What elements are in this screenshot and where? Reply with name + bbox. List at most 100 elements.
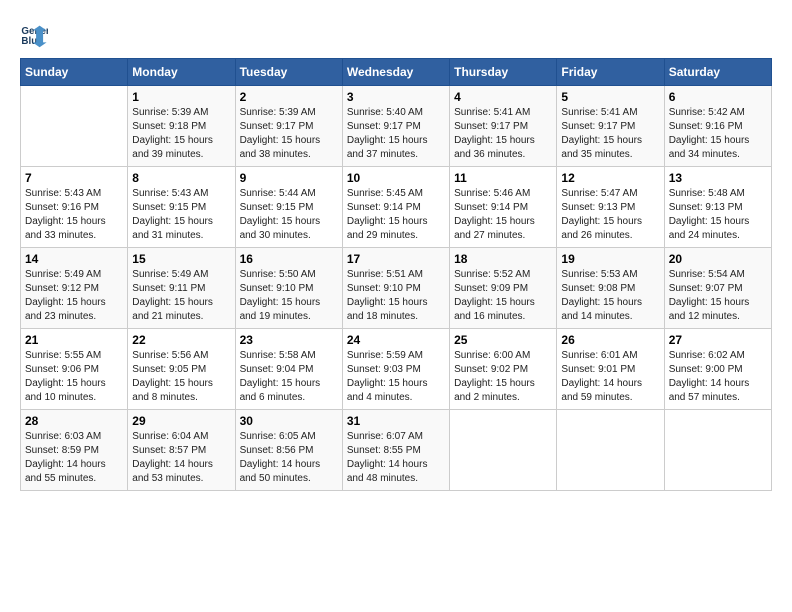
day-number: 20 bbox=[669, 252, 767, 266]
calendar-cell: 24 Sunrise: 5:59 AMSunset: 9:03 PMDayligh… bbox=[342, 329, 449, 410]
day-info: Sunrise: 6:04 AMSunset: 8:57 PMDaylight:… bbox=[132, 430, 230, 486]
calendar-cell: 21 Sunrise: 5:55 AMSunset: 9:06 PMDayligh… bbox=[21, 329, 128, 410]
calendar-cell: 11 Sunrise: 5:46 AMSunset: 9:14 PMDayligh… bbox=[450, 167, 557, 248]
weekday-header-cell: Friday bbox=[557, 59, 664, 86]
day-number: 14 bbox=[25, 252, 123, 266]
logo-icon: General Blue bbox=[20, 20, 48, 48]
day-info: Sunrise: 6:02 AMSunset: 9:00 PMDaylight:… bbox=[669, 349, 767, 405]
calendar-cell: 3 Sunrise: 5:40 AMSunset: 9:17 PMDaylight… bbox=[342, 86, 449, 167]
calendar-cell: 28 Sunrise: 6:03 AMSunset: 8:59 PMDayligh… bbox=[21, 410, 128, 491]
day-number: 18 bbox=[454, 252, 552, 266]
day-number: 6 bbox=[669, 90, 767, 104]
calendar-cell: 25Sunrise: 6:00 AMSunset: 9:02 PMDayligh… bbox=[450, 329, 557, 410]
day-number: 29 bbox=[132, 414, 230, 428]
calendar-cell: 22 Sunrise: 5:56 AMSunset: 9:05 PMDayligh… bbox=[128, 329, 235, 410]
page-header: General Blue bbox=[20, 20, 772, 48]
weekday-header-row: SundayMondayTuesdayWednesdayThursdayFrid… bbox=[21, 59, 772, 86]
day-info: Sunrise: 5:49 AMSunset: 9:12 PMDaylight:… bbox=[25, 268, 123, 324]
calendar-cell: 7 Sunrise: 5:43 AMSunset: 9:16 PMDaylight… bbox=[21, 167, 128, 248]
day-info: Sunrise: 5:53 AMSunset: 9:08 PMDaylight:… bbox=[561, 268, 659, 324]
day-info: Sunrise: 5:49 AMSunset: 9:11 PMDaylight:… bbox=[132, 268, 230, 324]
day-info: Sunrise: 5:41 AMSunset: 9:17 PMDaylight:… bbox=[561, 106, 659, 162]
day-number: 10 bbox=[347, 171, 445, 185]
calendar-cell: 30 Sunrise: 6:05 AMSunset: 8:56 PMDayligh… bbox=[235, 410, 342, 491]
day-info: Sunrise: 5:50 AMSunset: 9:10 PMDaylight:… bbox=[240, 268, 338, 324]
day-number: 28 bbox=[25, 414, 123, 428]
day-info: Sunrise: 6:00 AMSunset: 9:02 PMDaylight:… bbox=[454, 349, 552, 405]
logo: General Blue bbox=[20, 20, 52, 48]
day-number: 9 bbox=[240, 171, 338, 185]
day-info: Sunrise: 5:39 AMSunset: 9:17 PMDaylight:… bbox=[240, 106, 338, 162]
day-number: 21 bbox=[25, 333, 123, 347]
day-info: Sunrise: 5:39 AMSunset: 9:18 PMDaylight:… bbox=[132, 106, 230, 162]
day-info: Sunrise: 6:05 AMSunset: 8:56 PMDaylight:… bbox=[240, 430, 338, 486]
calendar-cell: 31Sunrise: 6:07 AMSunset: 8:55 PMDayligh… bbox=[342, 410, 449, 491]
day-info: Sunrise: 5:43 AMSunset: 9:16 PMDaylight:… bbox=[25, 187, 123, 243]
calendar-table: SundayMondayTuesdayWednesdayThursdayFrid… bbox=[20, 58, 772, 491]
calendar-cell: 15 Sunrise: 5:49 AMSunset: 9:11 PMDayligh… bbox=[128, 248, 235, 329]
calendar-cell: 1Sunrise: 5:39 AMSunset: 9:18 PMDaylight… bbox=[128, 86, 235, 167]
calendar-cell: 27Sunrise: 6:02 AMSunset: 9:00 PMDayligh… bbox=[664, 329, 771, 410]
day-info: Sunrise: 5:59 AMSunset: 9:03 PMDaylight:… bbox=[347, 349, 445, 405]
day-info: Sunrise: 5:45 AMSunset: 9:14 PMDaylight:… bbox=[347, 187, 445, 243]
calendar-cell: 5Sunrise: 5:41 AMSunset: 9:17 PMDaylight… bbox=[557, 86, 664, 167]
calendar-cell: 26Sunrise: 6:01 AMSunset: 9:01 PMDayligh… bbox=[557, 329, 664, 410]
day-info: Sunrise: 6:01 AMSunset: 9:01 PMDaylight:… bbox=[561, 349, 659, 405]
day-number: 30 bbox=[240, 414, 338, 428]
calendar-cell: 4 Sunrise: 5:41 AMSunset: 9:17 PMDaylight… bbox=[450, 86, 557, 167]
day-number: 15 bbox=[132, 252, 230, 266]
calendar-cell bbox=[21, 86, 128, 167]
day-number: 3 bbox=[347, 90, 445, 104]
day-info: Sunrise: 5:47 AMSunset: 9:13 PMDaylight:… bbox=[561, 187, 659, 243]
day-number: 19 bbox=[561, 252, 659, 266]
weekday-header-cell: Thursday bbox=[450, 59, 557, 86]
day-info: Sunrise: 5:55 AMSunset: 9:06 PMDaylight:… bbox=[25, 349, 123, 405]
day-number: 22 bbox=[132, 333, 230, 347]
calendar-cell: 19 Sunrise: 5:53 AMSunset: 9:08 PMDayligh… bbox=[557, 248, 664, 329]
calendar-cell bbox=[664, 410, 771, 491]
calendar-cell: 16 Sunrise: 5:50 AMSunset: 9:10 PMDayligh… bbox=[235, 248, 342, 329]
day-info: Sunrise: 5:43 AMSunset: 9:15 PMDaylight:… bbox=[132, 187, 230, 243]
weekday-header-cell: Sunday bbox=[21, 59, 128, 86]
day-info: Sunrise: 5:56 AMSunset: 9:05 PMDaylight:… bbox=[132, 349, 230, 405]
day-number: 12 bbox=[561, 171, 659, 185]
calendar-cell: 23Sunrise: 5:58 AMSunset: 9:04 PMDayligh… bbox=[235, 329, 342, 410]
day-info: Sunrise: 5:41 AMSunset: 9:17 PMDaylight:… bbox=[454, 106, 552, 162]
calendar-week-row: 1Sunrise: 5:39 AMSunset: 9:18 PMDaylight… bbox=[21, 86, 772, 167]
day-info: Sunrise: 5:51 AMSunset: 9:10 PMDaylight:… bbox=[347, 268, 445, 324]
weekday-header-cell: Saturday bbox=[664, 59, 771, 86]
calendar-cell: 13Sunrise: 5:48 AMSunset: 9:13 PMDayligh… bbox=[664, 167, 771, 248]
day-number: 11 bbox=[454, 171, 552, 185]
calendar-cell: 20 Sunrise: 5:54 AMSunset: 9:07 PMDayligh… bbox=[664, 248, 771, 329]
calendar-cell: 17 Sunrise: 5:51 AMSunset: 9:10 PMDayligh… bbox=[342, 248, 449, 329]
day-info: Sunrise: 6:03 AMSunset: 8:59 PMDaylight:… bbox=[25, 430, 123, 486]
day-number: 4 bbox=[454, 90, 552, 104]
calendar-cell: 10 Sunrise: 5:45 AMSunset: 9:14 PMDayligh… bbox=[342, 167, 449, 248]
day-number: 24 bbox=[347, 333, 445, 347]
weekday-header-cell: Wednesday bbox=[342, 59, 449, 86]
day-info: Sunrise: 5:42 AMSunset: 9:16 PMDaylight:… bbox=[669, 106, 767, 162]
calendar-cell bbox=[557, 410, 664, 491]
day-number: 7 bbox=[25, 171, 123, 185]
day-number: 2 bbox=[240, 90, 338, 104]
calendar-cell: 14 Sunrise: 5:49 AMSunset: 9:12 PMDayligh… bbox=[21, 248, 128, 329]
day-info: Sunrise: 5:54 AMSunset: 9:07 PMDaylight:… bbox=[669, 268, 767, 324]
calendar-week-row: 28 Sunrise: 6:03 AMSunset: 8:59 PMDayligh… bbox=[21, 410, 772, 491]
calendar-week-row: 14 Sunrise: 5:49 AMSunset: 9:12 PMDayligh… bbox=[21, 248, 772, 329]
day-info: Sunrise: 5:46 AMSunset: 9:14 PMDaylight:… bbox=[454, 187, 552, 243]
calendar-cell: 8Sunrise: 5:43 AMSunset: 9:15 PMDaylight… bbox=[128, 167, 235, 248]
calendar-cell: 12 Sunrise: 5:47 AMSunset: 9:13 PMDayligh… bbox=[557, 167, 664, 248]
calendar-week-row: 7 Sunrise: 5:43 AMSunset: 9:16 PMDaylight… bbox=[21, 167, 772, 248]
day-number: 13 bbox=[669, 171, 767, 185]
calendar-cell: 9 Sunrise: 5:44 AMSunset: 9:15 PMDaylight… bbox=[235, 167, 342, 248]
calendar-cell: 6 Sunrise: 5:42 AMSunset: 9:16 PMDaylight… bbox=[664, 86, 771, 167]
day-number: 16 bbox=[240, 252, 338, 266]
calendar-cell bbox=[450, 410, 557, 491]
calendar-cell: 2 Sunrise: 5:39 AMSunset: 9:17 PMDaylight… bbox=[235, 86, 342, 167]
calendar-week-row: 21 Sunrise: 5:55 AMSunset: 9:06 PMDayligh… bbox=[21, 329, 772, 410]
day-info: Sunrise: 5:52 AMSunset: 9:09 PMDaylight:… bbox=[454, 268, 552, 324]
day-number: 17 bbox=[347, 252, 445, 266]
day-info: Sunrise: 5:44 AMSunset: 9:15 PMDaylight:… bbox=[240, 187, 338, 243]
day-info: Sunrise: 5:40 AMSunset: 9:17 PMDaylight:… bbox=[347, 106, 445, 162]
calendar-cell: 29 Sunrise: 6:04 AMSunset: 8:57 PMDayligh… bbox=[128, 410, 235, 491]
